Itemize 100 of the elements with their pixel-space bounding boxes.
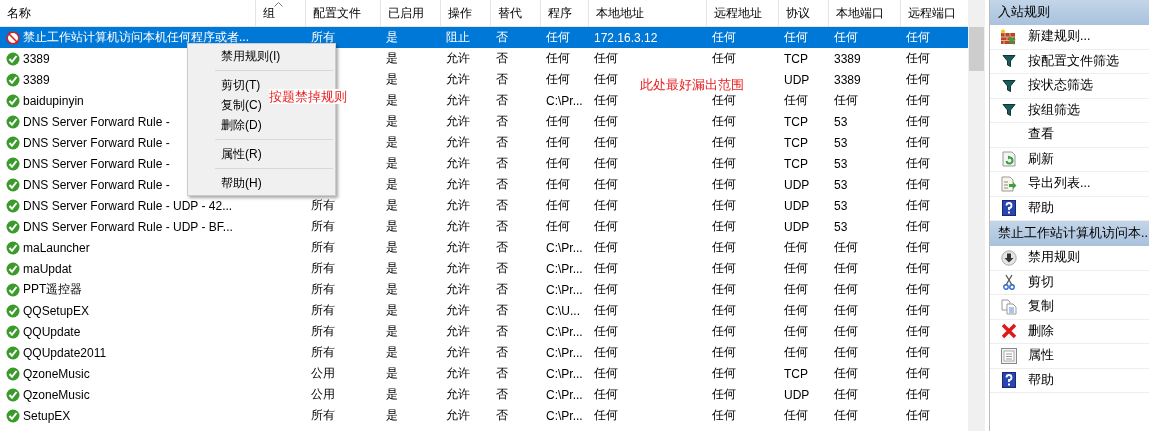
table-cell: 允许 [446,324,470,338]
table-cell: 所有 [311,30,335,44]
action-item[interactable]: 按状态筛选 [1028,77,1093,95]
rule-name[interactable]: SetupEX [23,408,71,423]
table-cell: 任何 [784,324,808,338]
column-header[interactable]: 已启用 [380,0,440,27]
table-cell: 否 [496,93,508,107]
column-header[interactable]: 操作 [440,0,490,27]
menu-item[interactable]: 帮助(H) [221,173,262,193]
table-cell: 任何 [594,345,618,359]
table-cell: 任何 [594,198,618,212]
table-cell: 是 [386,156,398,170]
rule-name[interactable]: maLauncher [23,240,90,255]
action-item[interactable]: 帮助 [1028,371,1054,389]
table-cell: 允许 [446,156,470,170]
column-header[interactable]: 程序 [540,0,588,27]
column-header[interactable]: 协议 [778,0,828,27]
scrollbar-thumb[interactable] [969,27,984,71]
table-cell: 是 [386,366,398,380]
table-cell: 任何 [906,135,930,149]
table-cell: 任何 [906,387,930,401]
action-item[interactable]: 禁用规则 [1028,249,1080,267]
table-cell: 任何 [906,114,930,128]
column-header[interactable]: 替代 [490,0,540,27]
menu-item[interactable]: 属性(R) [221,144,262,164]
table-cell: 53 [834,156,848,171]
table-cell: 否 [496,135,508,149]
menu-item[interactable]: 复制(C) [221,95,262,115]
table-cell: 任何 [594,135,618,149]
rule-name[interactable]: DNS Server Forward Rule - [23,114,170,129]
rule-name[interactable]: DNS Server Forward Rule - [23,156,170,171]
column-header[interactable]: 组 [255,0,305,27]
table-cell: 任何 [906,219,930,233]
rule-name[interactable]: 3389 [23,51,50,66]
rule-name[interactable]: DNS Server Forward Rule - [23,135,170,150]
table-cell: 任何 [784,240,808,254]
rule-name[interactable]: DNS Server Forward Rule - [23,177,170,192]
table-cell: 任何 [906,324,930,338]
table-cell: 任何 [712,219,736,233]
column-header[interactable]: 远程地址 [706,0,778,27]
table-cell: 所有 [311,303,335,317]
rule-name[interactable]: QQSetupEX [23,303,90,318]
table-cell: 任何 [546,51,570,65]
table-cell: 是 [386,51,398,65]
table-cell: 任何 [712,345,736,359]
table-cell: 任何 [834,93,858,107]
action-item[interactable]: 剪切 [1028,273,1054,291]
menu-item[interactable]: 删除(D) [221,115,262,135]
menu-item[interactable]: 禁用规则(I) [221,46,281,66]
column-header[interactable]: 配置文件 [305,0,380,27]
action-item[interactable]: 导出列表... [1028,175,1091,193]
table-cell: 否 [496,72,508,86]
table-cell: 允许 [446,261,470,275]
rule-name[interactable]: QQUpdate [23,324,81,339]
action-item[interactable]: 新建规则... [1028,28,1091,46]
section-header[interactable]: 禁止工作站计算机访问本... [990,221,1149,246]
rule-name[interactable]: DNS Server Forward Rule - UDP - 42... [23,198,233,213]
table-cell: 任何 [712,51,736,65]
table-cell: C:\Pr... [546,240,583,255]
column-header[interactable]: 本地地址 [588,0,706,27]
rule-name[interactable]: QzoneMusic [23,387,90,402]
rule-name[interactable]: QzoneMusic [23,366,90,381]
menu-item[interactable]: 剪切(T) [221,75,261,95]
table-cell: 任何 [712,261,736,275]
rule-name[interactable]: baidupinyin [23,93,84,108]
rule-name[interactable]: maUpdat [23,261,72,276]
rule-name[interactable]: QQUpdate2011 [23,345,107,360]
table-cell: 是 [386,114,398,128]
table-cell: 任何 [594,261,618,275]
table-cell: 所有 [311,261,335,275]
table-cell: 任何 [712,114,736,128]
scrollbar[interactable] [968,0,985,431]
table-cell: 是 [386,72,398,86]
column-header[interactable]: 名称 [0,0,255,27]
rule-name[interactable]: PPT遥控器 [23,281,83,298]
table-cell: TCP [784,156,808,171]
table-cell: 是 [386,30,398,44]
table-cell: 任何 [546,114,570,128]
table-cell: 公用 [311,387,335,401]
rule-name[interactable]: 3389 [23,72,50,87]
table-cell: UDP [784,177,810,192]
rule-name[interactable]: DNS Server Forward Rule - UDP - BF... [23,219,233,234]
export-list-icon [1001,175,1017,192]
column-header[interactable]: 本地端口 [828,0,900,27]
table-cell: 任何 [784,303,808,317]
rule-name[interactable]: 禁止工作站计算机访问本机任何程序或者... [23,29,249,46]
action-item[interactable]: 删除 [1028,322,1054,340]
table-cell: 任何 [712,282,736,296]
table-cell: 否 [496,324,508,338]
action-item[interactable]: 属性 [1028,347,1054,365]
table-cell: 任何 [906,261,930,275]
table-cell: 53 [834,219,848,234]
action-item[interactable]: 帮助 [1028,199,1054,217]
action-item[interactable]: 刷新 [1028,150,1054,168]
table-cell: 任何 [712,30,736,44]
action-item[interactable]: 按配置文件筛选 [1028,52,1119,70]
action-item[interactable]: 查看 [1028,126,1054,144]
action-item[interactable]: 复制 [1028,298,1054,316]
action-item[interactable]: 按组筛选 [1028,101,1080,119]
section-header[interactable]: 入站规则 [990,0,1149,25]
